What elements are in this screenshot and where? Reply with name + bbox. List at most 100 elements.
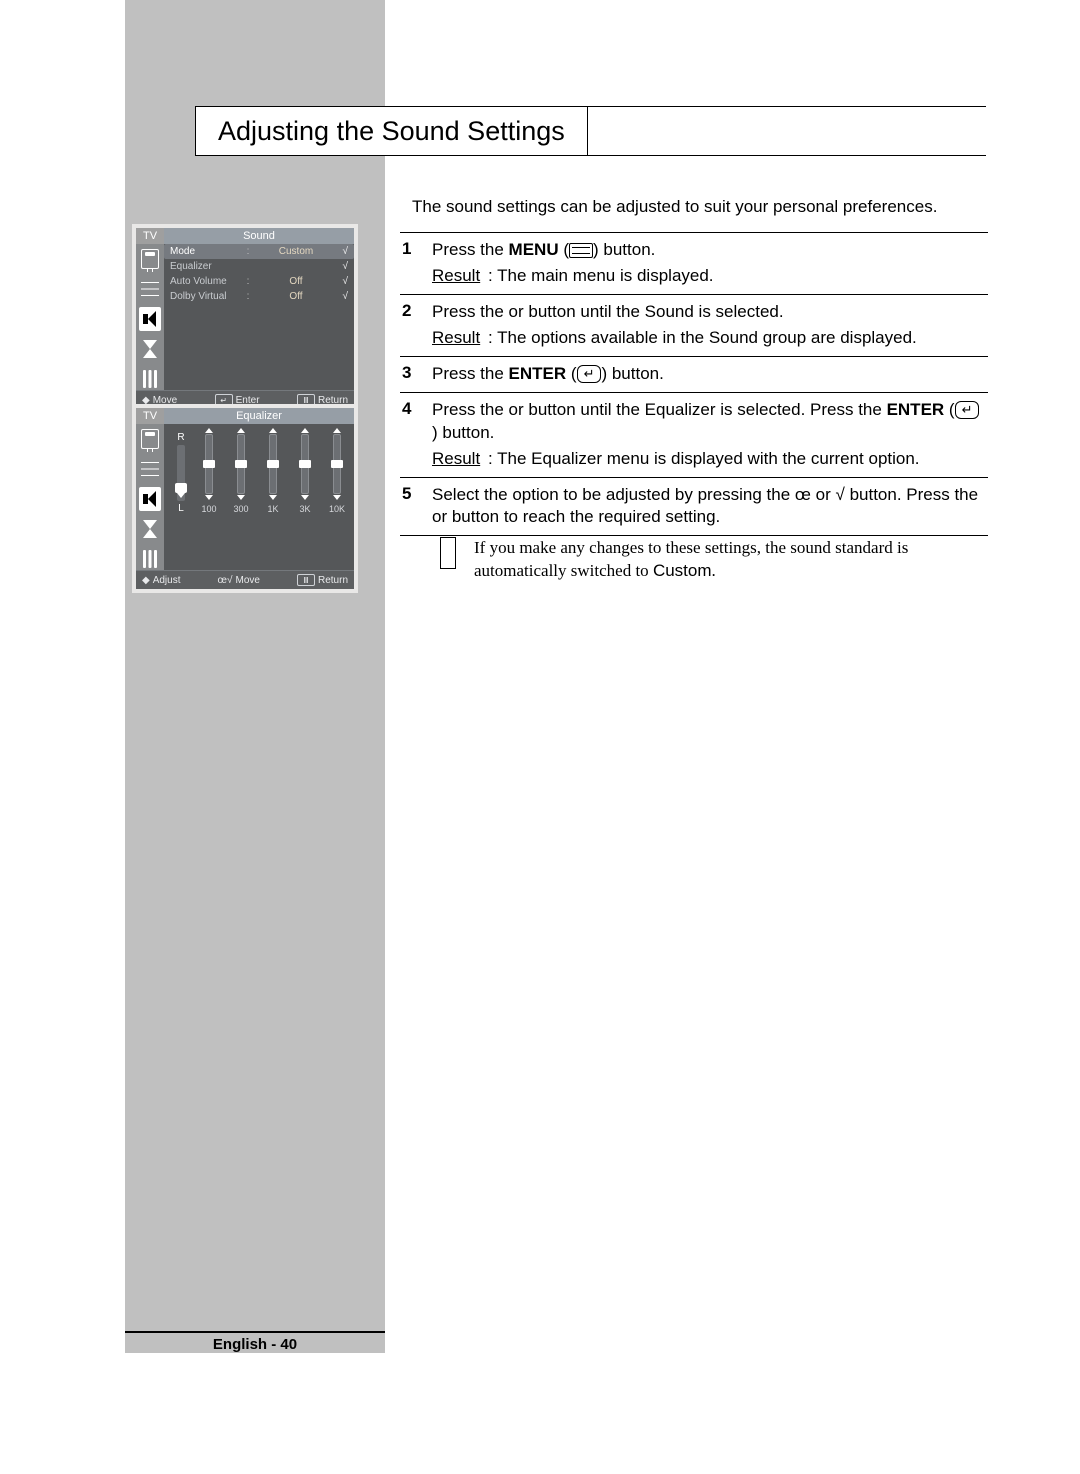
osd-title: Equalizer [164, 408, 354, 424]
footer-move-label: Move [235, 575, 259, 586]
osd-sound-menu: TV Sound Mode:Custom√Equalizer√Auto Volu… [132, 224, 358, 413]
osd-row-colon: : [242, 276, 254, 287]
osd-title: Sound [164, 228, 354, 244]
enter-button-icon: ↵ [955, 401, 980, 419]
arrow-up-icon [205, 428, 213, 433]
eq-band: 300 [232, 434, 250, 516]
result-label: Result [432, 448, 488, 471]
eq-band-label: 3K [299, 504, 310, 514]
arrow-down-icon [333, 495, 341, 500]
step-number: 5 [402, 484, 432, 530]
eq-band-thumb [203, 460, 215, 468]
eq-band-track [205, 434, 213, 494]
speaker-icon [139, 488, 161, 510]
speaker-icon [139, 308, 161, 330]
eq-band-track [301, 434, 309, 494]
eq-band: 1K [264, 434, 282, 516]
eq-band-thumb [267, 460, 279, 468]
eq-band-track [269, 434, 277, 494]
result-label: Result [432, 265, 488, 288]
osd-tv-label: TV [136, 408, 164, 424]
osd-menu-row: Equalizer√ [164, 259, 354, 274]
page-number: English - 40 [125, 1336, 385, 1353]
chevron-right-icon: √ [338, 261, 348, 272]
remote-icon [139, 248, 161, 270]
eq-band: 100 [200, 434, 218, 516]
title-row: Adjusting the Sound Settings [195, 106, 986, 156]
leftright-icon: œ√ [218, 575, 233, 586]
osd-row-colon: : [242, 246, 254, 257]
osd-menu-row: Auto Volume:Off√ [164, 274, 354, 289]
eq-bands: 100 300 1K 3K 10K [200, 430, 346, 516]
chevron-right-icon: √ [338, 291, 348, 302]
osd-menu-row: Mode:Custom√ [164, 244, 354, 259]
note-block: If you make any changes to these setting… [440, 537, 970, 583]
title-rule [588, 106, 986, 156]
remote-icon [139, 428, 161, 450]
eq-band-label: 300 [233, 504, 248, 514]
osd-main: Mode:Custom√Equalizer√Auto Volume:Off√Do… [164, 244, 354, 390]
chevron-right-icon: √ [338, 246, 348, 257]
step-number: 2 [402, 301, 432, 350]
chevron-right-icon: √ [338, 276, 348, 287]
balance-top-label: R [177, 432, 184, 443]
osd-footer: ◆ Adjust œ√ Move Ⅲ Return [136, 570, 354, 589]
arrow-up-icon [269, 428, 277, 433]
eq-band: 10K [328, 434, 346, 516]
step-body: Press the ENTER (↵) button. [432, 363, 980, 386]
sliders-icon [139, 548, 161, 570]
osd-eq-main: R L 100 300 1K 3K 10K [164, 424, 354, 570]
step-body: Select the option to be adjusted by pres… [432, 484, 980, 530]
footer-return: Ⅲ Return [297, 574, 348, 586]
footer-return-label: Return [318, 575, 348, 586]
step-row: 1Press the MENU () button.Result: The ma… [400, 233, 988, 294]
step-row: 3Press the ENTER (↵) button. [400, 356, 988, 392]
arrow-up-icon [333, 428, 341, 433]
eq-band-thumb [299, 460, 311, 468]
step-number: 1 [402, 239, 432, 288]
balance-slider: R L [172, 430, 190, 516]
balance-bottom-label: L [178, 503, 184, 514]
arrow-down-icon [205, 495, 213, 500]
step-row: 4Press the or button until the Equalizer… [400, 392, 988, 477]
result-text: The main menu is displayed. [497, 266, 713, 285]
menu-button-icon [569, 243, 593, 258]
eq-band-label: 10K [329, 504, 345, 514]
osd-tv-label: TV [136, 228, 164, 244]
left-gray-margin [125, 0, 385, 1353]
osd-row-label: Auto Volume [170, 276, 242, 287]
osd-row-value: Off [254, 291, 338, 302]
osd-row-label: Dolby Virtual [170, 291, 242, 302]
bars-icon [139, 458, 161, 480]
step-number: 3 [402, 363, 432, 386]
step-body: Press the or button until the Equalizer … [432, 399, 980, 471]
footer-move: œ√ Move [218, 574, 260, 586]
hourglass-icon [139, 518, 161, 540]
osd-row-value: Custom [254, 246, 338, 257]
osd-row-colon: : [242, 291, 254, 302]
eq-band: 3K [296, 434, 314, 516]
result-text: The Equalizer menu is displayed with the… [497, 449, 919, 468]
eq-band-thumb [235, 460, 247, 468]
result-text: The options available in the Sound group… [497, 328, 917, 347]
osd-sidebar [136, 424, 164, 570]
osd-equalizer: TV Equalizer R L 100 300 1K 3K 10K [132, 404, 358, 593]
eq-band-label: 1K [267, 504, 278, 514]
osd-menu-row: Dolby Virtual:Off√ [164, 289, 354, 304]
osd-row-label: Mode [170, 246, 242, 257]
hourglass-icon [139, 338, 161, 360]
step-body: Press the MENU () button.Result: The mai… [432, 239, 980, 288]
return-icon: Ⅲ [297, 574, 315, 586]
step-row: 2Press the or button until the Sound is … [400, 294, 988, 356]
enter-button-icon: ↵ [577, 365, 602, 383]
note-arrow-icon [440, 537, 456, 569]
arrow-down-icon [301, 495, 309, 500]
sliders-icon [139, 368, 161, 390]
result-label: Result [432, 327, 488, 350]
eq-band-label: 100 [201, 504, 216, 514]
footer-rule [125, 1331, 385, 1333]
arrow-up-icon [237, 428, 245, 433]
arrow-up-icon [301, 428, 309, 433]
eq-band-track [237, 434, 245, 494]
arrow-down-icon [237, 495, 245, 500]
